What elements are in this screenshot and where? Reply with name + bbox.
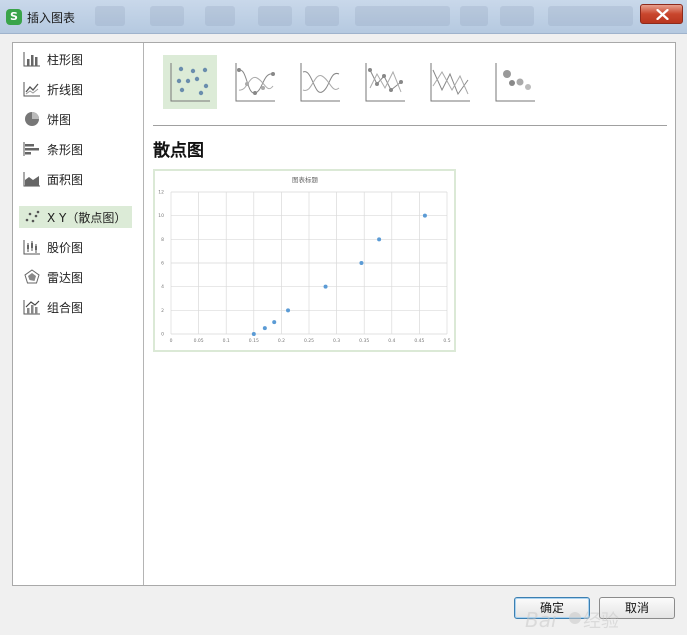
y-tick-label: 2 [161, 308, 164, 314]
scatter-point [323, 284, 328, 289]
y-tick-label: 12 [158, 190, 164, 196]
x-tick-label: 0.1 [223, 338, 230, 344]
scatter-point [262, 326, 267, 331]
sidebar-item-label: 条形图 [47, 142, 84, 157]
svg-text:Bai: Bai [525, 608, 557, 632]
bubble-chart-icon [495, 63, 535, 102]
y-tick-label: 8 [161, 237, 164, 243]
data-series [251, 213, 427, 336]
scatter-point [359, 261, 364, 265]
x-tick-label: 0.4 [388, 338, 395, 344]
bar-chart-icon [23, 142, 39, 156]
column-chart-icon [23, 52, 40, 67]
background-toolbar-ghost [305, 6, 339, 26]
scatter-point [377, 237, 382, 242]
x-tick-label: 0.35 [359, 338, 369, 344]
chart-title: 图表标题 [292, 175, 319, 184]
x-tick-label: 0.05 [194, 338, 204, 344]
scatter-smooth-markers-icon [235, 63, 275, 102]
app-logo-icon: S [6, 9, 22, 25]
subtype-scatter-straight-lines[interactable] [423, 55, 477, 109]
sidebar-item-scatter[interactable]: X Y（散点图） [19, 206, 132, 228]
scatter-point [272, 320, 277, 325]
y-tick-label: 4 [161, 284, 164, 290]
y-tick-label: 10 [158, 213, 164, 219]
scatter-smooth-lines-icon [300, 63, 340, 102]
sidebar-item-bar[interactable]: 条形图 [19, 138, 132, 160]
background-toolbar-ghost [355, 6, 450, 26]
sidebar-item-label: 折线图 [47, 82, 84, 97]
scatter-markers-icon [170, 63, 210, 102]
y-tick-label: 0 [161, 332, 164, 338]
sidebar-item-column[interactable]: 柱形图 [19, 48, 132, 70]
x-tick-label: 0 [170, 338, 173, 344]
x-tick-label: 0.3 [333, 338, 340, 344]
x-tick-label: 0.45 [414, 338, 424, 344]
background-toolbar-ghost [500, 6, 534, 26]
x-tick-label: 0.15 [249, 338, 259, 344]
subtype-scatter-markers[interactable] [163, 55, 217, 109]
sidebar-item-label: 雷达图 [47, 270, 84, 285]
sidebar-item-radar[interactable]: 雷达图 [19, 266, 132, 288]
sidebar-item-label: 面积图 [47, 172, 84, 187]
sidebar-item-label: 柱形图 [47, 52, 84, 67]
chart-subtype-area: 散点图 图表标题 0 0.05 0.1 0.15 0.2 0.25 0.3 0.35 0.4 0.… [145, 43, 675, 585]
subtype-scatter-smooth-lines[interactable] [293, 55, 347, 109]
y-axis-ticks: 0 2 4 6 8 10 12 [158, 190, 164, 338]
close-icon [656, 9, 669, 20]
area-chart-icon [23, 172, 40, 187]
chart-preview: 图表标题 0 0.05 0.1 0.15 0.2 0.25 0.3 0.35 0.4 0.45 0.… [153, 169, 456, 352]
scatter-point [286, 308, 291, 313]
subtype-bubble[interactable] [488, 55, 542, 109]
baidu-watermark-logo: Bai 经验 [525, 608, 619, 632]
x-tick-label: 0.25 [304, 338, 314, 344]
subtype-scatter-straight-markers[interactable] [358, 55, 412, 109]
background-toolbar-ghost [460, 6, 488, 26]
dialog-body: 柱形图 折线图 饼图 条形图 面积图 X Y（散点图） 股价图 雷达图 组合图 … [0, 34, 687, 635]
scatter-straight-lines-icon [430, 63, 470, 102]
svg-text:经验: 经验 [583, 611, 619, 632]
sidebar-item-line[interactable]: 折线图 [19, 78, 132, 100]
title-bar: S 插入图表 [0, 0, 687, 34]
sidebar-item-stock[interactable]: 股价图 [19, 236, 132, 258]
combo-chart-icon [23, 300, 40, 315]
sidebar-item-pie[interactable]: 饼图 [19, 108, 132, 130]
scatter-preview-chart: 图表标题 0 0.05 0.1 0.15 0.2 0.25 0.3 0.35 0.4 0.45 0.… [158, 175, 451, 344]
chart-type-sidebar: 柱形图 折线图 饼图 条形图 面积图 X Y（散点图） 股价图 雷达图 组合图 [13, 43, 144, 585]
scatter-straight-markers-icon [365, 63, 405, 102]
stock-chart-icon [23, 240, 40, 255]
background-toolbar-ghost [95, 6, 125, 26]
dialog-title: 插入图表 [27, 11, 76, 25]
section-title: 散点图 [153, 141, 204, 161]
background-toolbar-ghost [258, 6, 292, 26]
x-axis-ticks: 0 0.05 0.1 0.15 0.2 0.25 0.3 0.35 0.4 0.45 0.5 [170, 338, 451, 344]
chart-grid [170, 191, 448, 335]
chart-picker-panel: 柱形图 折线图 饼图 条形图 面积图 X Y（散点图） 股价图 雷达图 组合图 … [12, 42, 676, 586]
sidebar-item-label: 股价图 [47, 240, 84, 255]
scatter-chart-icon [25, 210, 40, 223]
sidebar-item-label: 饼图 [47, 112, 72, 127]
scatter-point [422, 213, 427, 218]
background-toolbar-ghost [548, 6, 633, 26]
sidebar-item-combo[interactable]: 组合图 [19, 296, 132, 318]
scatter-point [251, 332, 256, 336]
sidebar-item-label: X Y（散点图） [47, 210, 127, 225]
close-button[interactable] [640, 4, 683, 24]
background-toolbar-ghost [205, 6, 235, 26]
x-tick-label: 0.2 [278, 338, 285, 344]
background-toolbar-ghost [150, 6, 184, 26]
line-chart-icon [23, 82, 40, 97]
pie-chart-icon [25, 112, 39, 126]
y-tick-label: 6 [161, 261, 164, 267]
x-tick-label: 0.5 [443, 338, 450, 344]
sidebar-item-area[interactable]: 面积图 [19, 168, 132, 190]
sidebar-item-label: 组合图 [47, 300, 84, 315]
radar-chart-icon [24, 269, 40, 284]
subtype-scatter-smooth-markers[interactable] [228, 55, 282, 109]
separator-line [153, 125, 667, 126]
